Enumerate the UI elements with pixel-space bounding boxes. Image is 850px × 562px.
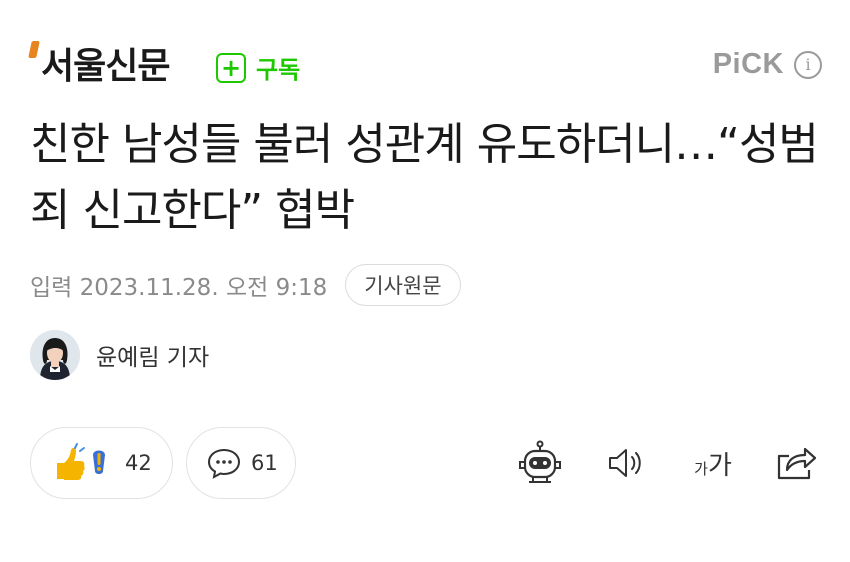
logo-mark-icon xyxy=(28,41,40,58)
pick-badge[interactable]: PiCK i xyxy=(713,48,822,81)
comment-count: 61 xyxy=(251,451,278,475)
article-title: 친한 남성들 불러 성관계 유도하더니…“성범죄 신고한다” 협박 xyxy=(30,119,819,236)
original-article-button[interactable]: 기사원문 xyxy=(345,264,461,306)
font-size-small-glyph: 가 xyxy=(694,459,708,478)
font-size-button[interactable]: 가가 xyxy=(686,437,740,489)
reaction-button[interactable]: 42 xyxy=(30,427,173,499)
press-logo[interactable]: 서울신문 xyxy=(28,38,170,90)
pick-label: PiCK xyxy=(712,48,784,80)
press-name: 서울신문 xyxy=(41,46,170,87)
audio-icon xyxy=(609,449,641,477)
subscribe-button[interactable]: + 구독 xyxy=(216,50,300,85)
share-icon xyxy=(777,447,817,480)
article-header: 서울신문 + 구독 PiCK i xyxy=(28,38,822,90)
subscribe-label: 구독 xyxy=(256,56,301,84)
reaction-icon xyxy=(57,443,105,480)
article-meta: 입력 2023.11.28. 오전 9:18 기사원문 xyxy=(30,264,461,306)
summary-bot-icon xyxy=(519,440,561,483)
reporter-avatar[interactable] xyxy=(30,330,80,380)
publish-date: 입력 2023.11.28. 오전 9:18 xyxy=(30,275,328,301)
comment-icon xyxy=(207,448,241,479)
plus-icon: + xyxy=(216,52,246,83)
font-size-icon: 가가 xyxy=(694,445,732,482)
reporter-name[interactable]: 윤예림 기자 xyxy=(96,338,209,372)
share-button[interactable] xyxy=(772,437,820,489)
article-actions: 42 61 가가 xyxy=(30,427,820,501)
info-icon[interactable]: i xyxy=(794,50,822,79)
reporter-info[interactable]: 윤예림 기자 xyxy=(30,330,209,380)
reporter-photo-icon xyxy=(30,330,80,380)
font-size-large-glyph: 가 xyxy=(707,450,732,481)
summary-bot-button[interactable] xyxy=(516,437,564,489)
reaction-count: 42 xyxy=(125,451,152,475)
comment-button[interactable]: 61 xyxy=(186,427,296,499)
audio-button[interactable] xyxy=(602,437,650,489)
